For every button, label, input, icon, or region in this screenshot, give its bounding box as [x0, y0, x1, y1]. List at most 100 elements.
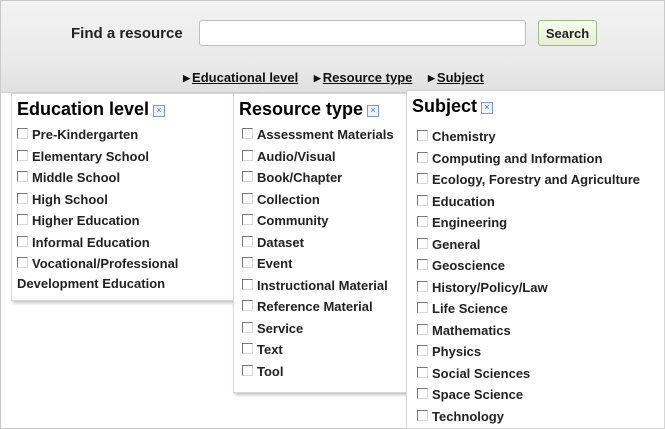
checkbox-option[interactable]: Instructional Material	[242, 276, 412, 298]
checkbox-option[interactable]: Physics	[417, 342, 664, 364]
option-label: Reference Material	[257, 299, 373, 314]
option-label: Engineering	[432, 215, 508, 230]
option-label: Event	[257, 256, 293, 271]
checkbox-icon[interactable]	[242, 257, 253, 268]
filter-link-subject[interactable]: ▶ Subject	[428, 70, 484, 85]
checkbox-option[interactable]: Collection	[242, 190, 412, 212]
option-label: Text	[257, 342, 283, 357]
checkbox-icon[interactable]	[242, 192, 253, 204]
checkbox-option[interactable]: Middle School	[11, 168, 257, 190]
checkbox-icon[interactable]	[417, 388, 428, 399]
triangle-right-icon: ▶	[428, 73, 435, 83]
checkbox-icon[interactable]	[17, 192, 28, 204]
checkbox-icon[interactable]	[242, 214, 253, 225]
checkbox-icon[interactable]	[417, 409, 428, 421]
checkbox-icon[interactable]	[17, 214, 28, 225]
option-label: Social Sciences	[432, 365, 531, 381]
checkbox-icon[interactable]	[17, 149, 28, 161]
checkbox-option[interactable]: Tool	[242, 362, 412, 384]
checkbox-option[interactable]: Community	[242, 211, 412, 233]
option-label: Community	[257, 213, 329, 228]
checkbox-icon[interactable]	[17, 128, 28, 139]
checkbox-option[interactable]: Informal Education	[11, 233, 257, 255]
checkbox-option[interactable]: General	[417, 235, 664, 257]
panel-title: Subject ×	[407, 91, 664, 117]
checkbox-option[interactable]: Pre-Kindergarten	[11, 125, 257, 147]
checkbox-option[interactable]: Audio/Visual	[242, 147, 412, 169]
filter-links: ▶ Educational level ▶ Resource type ▶ Subje…	[1, 70, 665, 85]
checkbox-icon[interactable]	[417, 173, 428, 184]
checkbox-icon[interactable]	[417, 194, 428, 206]
checkbox-icon[interactable]	[17, 257, 28, 268]
checkbox-icon[interactable]	[417, 237, 428, 249]
close-icon[interactable]: ×	[367, 105, 380, 117]
checkbox-icon[interactable]	[417, 130, 428, 141]
checkbox-icon[interactable]	[417, 366, 428, 378]
triangle-right-icon: ▶	[183, 73, 191, 83]
education-level-list: Pre-Kindergarten Elementary School Middle …	[11, 125, 257, 294]
option-label: Tool	[257, 363, 284, 379]
checkbox-icon[interactable]	[17, 235, 28, 247]
filter-link-resource-type[interactable]: ▶ Resource type	[314, 70, 413, 85]
close-icon[interactable]: ×	[153, 105, 166, 117]
close-icon[interactable]: ×	[481, 102, 494, 114]
checkbox-option[interactable]: Computing and Information	[417, 149, 664, 171]
checkbox-option[interactable]: Reference Material	[242, 297, 412, 319]
checkbox-icon[interactable]	[417, 259, 428, 270]
checkbox-option[interactable]: Service	[242, 319, 412, 341]
checkbox-icon[interactable]	[417, 345, 428, 356]
checkbox-option[interactable]: High School	[11, 190, 257, 212]
search-button[interactable]: Search	[538, 20, 597, 46]
checkbox-icon[interactable]	[242, 364, 253, 376]
option-label: High School	[32, 191, 108, 207]
checkbox-option[interactable]: Event	[242, 254, 412, 276]
checkbox-icon[interactable]	[417, 302, 428, 313]
option-label: History/Policy/Law	[432, 279, 548, 295]
checkbox-option[interactable]: Text	[242, 340, 412, 362]
checkbox-option[interactable]: Chemistry	[417, 127, 664, 149]
checkbox-icon[interactable]	[417, 323, 428, 335]
checkbox-option[interactable]: Space Science	[417, 385, 664, 407]
checkbox-option[interactable]: Education	[417, 192, 664, 214]
filter-link-educational-level[interactable]: ▶ Educational level	[183, 70, 298, 85]
checkbox-icon[interactable]	[242, 321, 253, 333]
checkbox-option[interactable]: Geoscience	[417, 256, 664, 278]
checkbox-option[interactable]: Elementary School	[11, 147, 257, 169]
checkbox-option[interactable]: Ecology, Forestry and Agriculture	[417, 170, 664, 192]
checkbox-option[interactable]: Life Science	[417, 299, 664, 321]
subject-list: Chemistry Computing and Information Ecolog…	[407, 127, 664, 428]
option-label: Space Science	[432, 387, 524, 402]
search-input[interactable]	[199, 20, 526, 46]
checkbox-option[interactable]: Social Sciences	[417, 364, 664, 386]
option-label: Physics	[432, 344, 482, 359]
option-label: Informal Education	[32, 234, 150, 250]
checkbox-icon[interactable]	[242, 343, 253, 354]
panel-title: Resource type ×	[234, 94, 412, 120]
checkbox-icon[interactable]	[417, 151, 428, 163]
checkbox-option[interactable]: Engineering	[417, 213, 664, 235]
checkbox-icon[interactable]	[242, 235, 253, 247]
checkbox-option[interactable]: Technology	[417, 407, 664, 429]
checkbox-icon[interactable]	[417, 216, 428, 227]
checkbox-icon[interactable]	[242, 278, 253, 290]
option-label: Audio/Visual	[257, 148, 336, 164]
checkbox-option[interactable]: Mathematics	[417, 321, 664, 343]
checkbox-icon[interactable]	[17, 171, 28, 182]
checkbox-option[interactable]: Vocational/Professional Development Educ…	[11, 254, 252, 294]
checkbox-option[interactable]: Higher Education	[11, 211, 257, 233]
option-label: Dataset	[257, 234, 304, 250]
checkbox-icon[interactable]	[242, 300, 253, 311]
panel-title-text: Subject	[412, 96, 478, 116]
resource-type-panel: Resource type × Assessment Materials Audio…	[233, 93, 413, 393]
checkbox-option[interactable]: Dataset	[242, 233, 412, 255]
checkbox-icon[interactable]	[242, 128, 253, 139]
checkbox-icon[interactable]	[242, 171, 253, 182]
checkbox-option[interactable]: Assessment Materials	[242, 125, 412, 147]
checkbox-icon[interactable]	[417, 280, 428, 292]
checkbox-option[interactable]: History/Policy/Law	[417, 278, 664, 300]
option-label: Collection	[257, 191, 320, 207]
option-label: Middle School	[32, 170, 121, 185]
checkbox-icon[interactable]	[242, 149, 253, 161]
option-label: Elementary School	[32, 148, 150, 164]
checkbox-option[interactable]: Book/Chapter	[242, 168, 412, 190]
